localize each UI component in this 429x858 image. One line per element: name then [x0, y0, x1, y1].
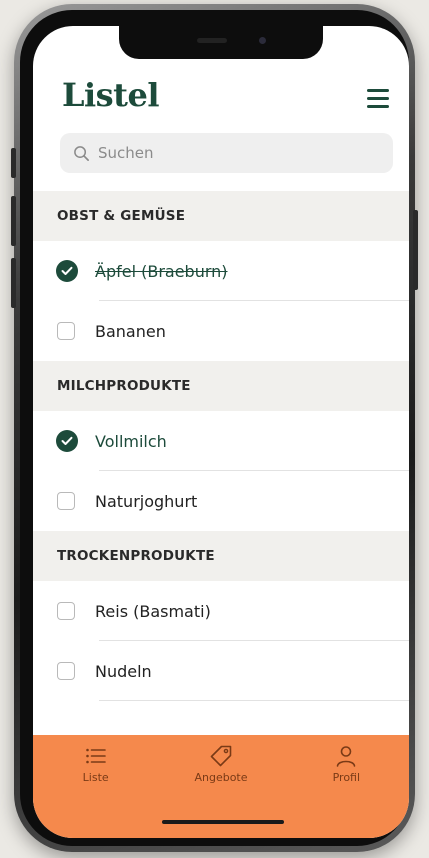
- section-header: TROCKENPRODUKTE: [33, 531, 409, 581]
- search-icon: [74, 145, 89, 161]
- tab-liste[interactable]: Liste: [33, 735, 158, 838]
- checkbox[interactable]: [57, 602, 75, 620]
- list-item[interactable]: Vollmilch: [33, 411, 409, 471]
- shopping-list: OBST & GEMÜSE Äpfel (Braeburn) Bananen M…: [33, 191, 409, 701]
- list-icon: [85, 748, 106, 764]
- checkbox[interactable]: [57, 662, 75, 680]
- item-label: Bananen: [95, 321, 166, 341]
- home-indicator: [162, 820, 284, 824]
- tag-icon: [210, 745, 232, 767]
- power-button: [413, 210, 418, 290]
- tab-profil[interactable]: Profil: [284, 735, 409, 838]
- app-title: Listel: [62, 76, 159, 114]
- section-header: MILCHPRODUKTE: [33, 361, 409, 411]
- tab-label: Angebote: [194, 771, 248, 784]
- checkbox[interactable]: [57, 322, 75, 340]
- mute-switch: [11, 148, 16, 178]
- tab-label: Liste: [82, 771, 109, 784]
- notch: [119, 26, 323, 59]
- checked-checkbox[interactable]: [56, 430, 78, 452]
- list-item[interactable]: Äpfel (Braeburn): [33, 241, 409, 301]
- menu-button[interactable]: [361, 86, 393, 110]
- volume-up-button: [11, 196, 16, 246]
- item-label: Naturjoghurt: [95, 491, 198, 511]
- list-item[interactable]: Nudeln: [33, 641, 409, 701]
- search-input[interactable]: [96, 143, 380, 163]
- item-label: Äpfel (Braeburn): [95, 261, 228, 281]
- item-label: Reis (Basmati): [95, 601, 211, 621]
- item-label: Vollmilch: [95, 431, 167, 451]
- speaker-grille: [197, 38, 227, 43]
- front-camera: [259, 37, 266, 44]
- section-header: OBST & GEMÜSE: [33, 191, 409, 241]
- tab-label: Profil: [332, 771, 361, 784]
- item-label: Nudeln: [95, 661, 152, 681]
- list-item[interactable]: Naturjoghurt: [33, 471, 409, 531]
- person-icon: [337, 746, 356, 767]
- divider: [99, 700, 409, 701]
- checked-checkbox[interactable]: [56, 260, 78, 282]
- list-item[interactable]: Bananen: [33, 301, 409, 361]
- checkmark-icon: [61, 266, 73, 275]
- list-item[interactable]: Reis (Basmati): [33, 581, 409, 641]
- checkbox[interactable]: [57, 492, 75, 510]
- volume-down-button: [11, 258, 16, 308]
- checkmark-icon: [61, 436, 73, 445]
- app-screen: Listel OBST & GEMÜSE Äpfel (Braeburn): [33, 26, 409, 838]
- search-bar[interactable]: [60, 133, 393, 173]
